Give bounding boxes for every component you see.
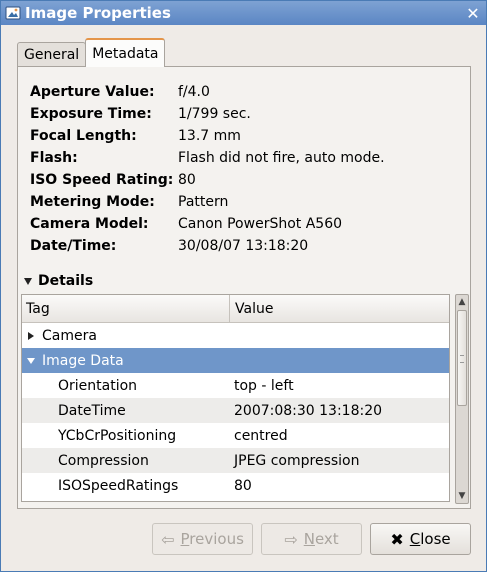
metadata-row: ISO Speed Rating: 80 bbox=[30, 169, 385, 191]
metadata-row: Aperture Value: f/4.0 bbox=[30, 81, 385, 103]
metadata-row: Date/Time: 30/08/07 13:18:20 bbox=[30, 235, 385, 257]
metadata-value: 80 bbox=[178, 172, 196, 188]
metadata-key: Camera Model: bbox=[30, 216, 149, 232]
scrollbar-thumb[interactable] bbox=[457, 310, 467, 406]
button-bar: ⇦ Previous ⇨ Next ✖ Close bbox=[1, 523, 486, 555]
previous-button[interactable]: ⇦ Previous bbox=[152, 523, 253, 555]
scroll-up-icon[interactable]: ▲ bbox=[456, 295, 468, 309]
metadata-row: Camera Model: Canon PowerShot A560 bbox=[30, 213, 385, 235]
table-row[interactable]: ISOSpeedRatings 80 bbox=[22, 473, 449, 498]
metadata-value: Pattern bbox=[178, 194, 229, 210]
row-value: top - left bbox=[234, 377, 294, 394]
row-value: JPEG compression bbox=[234, 452, 360, 469]
details-scrollbar[interactable]: ▲ ▼ bbox=[455, 294, 469, 504]
table-row[interactable]: Compression JPEG compression bbox=[22, 448, 449, 473]
row-value: 80 bbox=[234, 477, 252, 494]
next-button[interactable]: ⇨ Next bbox=[261, 523, 362, 555]
row-tag: ISOSpeedRatings bbox=[58, 477, 179, 494]
metadata-key: Aperture Value: bbox=[30, 84, 155, 100]
back-arrow-icon: ⇦ bbox=[161, 529, 175, 549]
row-tag: Compression bbox=[58, 452, 149, 469]
table-row[interactable]: Orientation top - left bbox=[22, 373, 449, 398]
metadata-value: f/4.0 bbox=[178, 84, 210, 100]
close-x-icon: ✖ bbox=[390, 529, 404, 549]
metadata-panel: Aperture Value: f/4.0 Exposure Time: 1/7… bbox=[17, 66, 471, 509]
close-window-icon[interactable]: ✕ bbox=[463, 3, 483, 23]
table-row[interactable]: DateTime 2007:08:30 13:18:20 bbox=[22, 398, 449, 423]
metadata-key: Metering Mode: bbox=[30, 194, 155, 210]
close-mnemonic: C bbox=[409, 530, 421, 548]
close-button[interactable]: ✖ Close bbox=[370, 523, 471, 555]
title-bar[interactable]: Image Properties ✕ bbox=[1, 1, 486, 25]
metadata-row: Flash: Flash did not fire, auto mode. bbox=[30, 147, 385, 169]
details-label: Details bbox=[38, 273, 94, 289]
group-label: Camera bbox=[42, 327, 97, 344]
window-title: Image Properties bbox=[25, 4, 171, 22]
expander-arrow-icon bbox=[24, 277, 32, 285]
column-header-tag[interactable]: Tag bbox=[22, 295, 230, 322]
metadata-value: 13.7 mm bbox=[178, 128, 241, 144]
metadata-value: Flash did not fire, auto mode. bbox=[178, 150, 385, 166]
row-value: 2007:08:30 13:18:20 bbox=[234, 402, 383, 419]
tab-general[interactable]: General bbox=[17, 42, 87, 67]
group-label: Image Data bbox=[42, 352, 124, 369]
next-mnemonic: N bbox=[303, 530, 315, 548]
row-value: centred bbox=[234, 427, 288, 444]
tab-metadata[interactable]: Metadata bbox=[85, 38, 166, 67]
metadata-key: ISO Speed Rating: bbox=[30, 172, 174, 188]
tree-group-image-data[interactable]: Image Data bbox=[22, 348, 449, 373]
tree-group-camera[interactable]: Camera bbox=[22, 323, 449, 348]
metadata-summary: Aperture Value: f/4.0 Exposure Time: 1/7… bbox=[30, 81, 385, 257]
metadata-key: Exposure Time: bbox=[30, 106, 152, 122]
metadata-value: Canon PowerShot A560 bbox=[178, 216, 343, 232]
column-header-value[interactable]: Value bbox=[230, 295, 449, 322]
metadata-key: Focal Length: bbox=[30, 128, 137, 144]
row-tag: YCbCrPositioning bbox=[58, 427, 177, 444]
details-tree[interactable]: Tag Value Camera Image Data Orientation … bbox=[21, 294, 450, 502]
metadata-key: Flash: bbox=[30, 150, 78, 166]
metadata-key: Date/Time: bbox=[30, 238, 117, 254]
metadata-value: 30/08/07 13:18:20 bbox=[178, 238, 309, 254]
scroll-down-icon[interactable]: ▼ bbox=[456, 489, 468, 503]
collapsed-arrow-icon[interactable] bbox=[28, 331, 34, 340]
grip-icon bbox=[460, 355, 464, 363]
metadata-row: Focal Length: 13.7 mm bbox=[30, 125, 385, 147]
forward-arrow-icon: ⇨ bbox=[284, 529, 298, 549]
tree-header: Tag Value bbox=[22, 295, 449, 323]
row-tag: Orientation bbox=[58, 377, 138, 394]
expanded-arrow-icon[interactable] bbox=[27, 357, 35, 364]
close-label: lose bbox=[420, 530, 451, 548]
metadata-value: 1/799 sec. bbox=[178, 106, 251, 122]
details-expander[interactable]: Details bbox=[24, 273, 93, 289]
app-icon bbox=[5, 5, 21, 21]
next-label: ext bbox=[314, 530, 339, 548]
image-properties-dialog: Image Properties ✕ General Metadata Aper… bbox=[0, 0, 487, 572]
metadata-row: Metering Mode: Pattern bbox=[30, 191, 385, 213]
table-row[interactable]: YCbCrPositioning centred bbox=[22, 423, 449, 448]
row-tag: DateTime bbox=[58, 402, 126, 419]
previous-mnemonic: P bbox=[180, 530, 190, 548]
previous-label: revious bbox=[189, 530, 244, 548]
tab-bar: General Metadata bbox=[17, 38, 166, 67]
metadata-row: Exposure Time: 1/799 sec. bbox=[30, 103, 385, 125]
